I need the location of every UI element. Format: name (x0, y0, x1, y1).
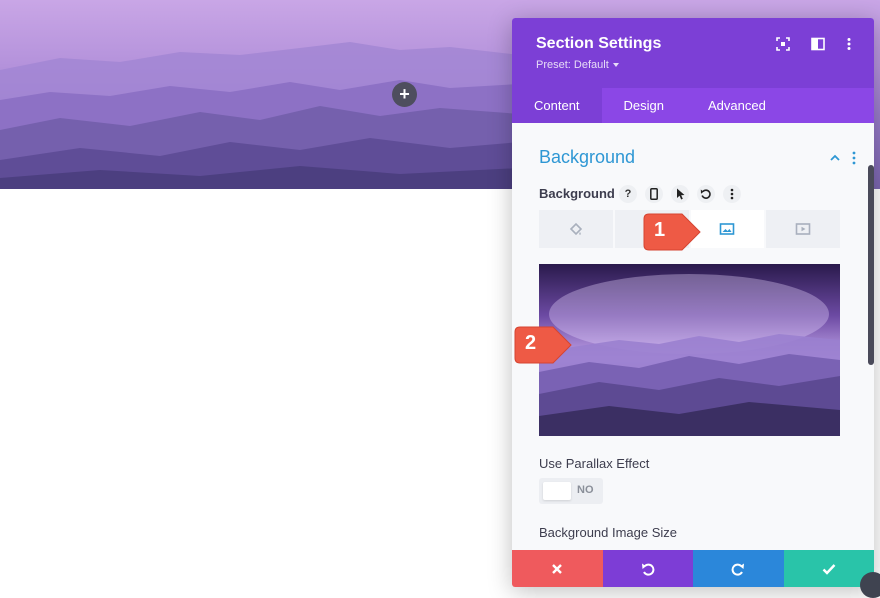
tab-advanced[interactable]: Advanced (686, 88, 788, 123)
resize-handle-icon[interactable] (860, 572, 880, 598)
section-title-background[interactable]: Background (539, 147, 635, 168)
modal-tabs: Content Design Advanced (512, 88, 874, 123)
redo-icon (731, 563, 745, 576)
close-icon (552, 563, 563, 574)
screenshot-icon[interactable] (776, 37, 790, 51)
preset-selector[interactable]: Preset: Default (536, 59, 619, 71)
tab-content[interactable]: Content (512, 88, 602, 123)
callout-arrow-shape (514, 326, 572, 364)
toggle-knob (543, 482, 571, 500)
parallax-toggle[interactable]: NO (539, 478, 603, 504)
help-icon[interactable]: ? (619, 185, 637, 203)
callout-number: 2 (525, 332, 537, 354)
undo-icon (641, 563, 655, 576)
add-row-button[interactable]: + (392, 82, 417, 107)
callout-2: 2 (511, 326, 573, 364)
background-image-preview[interactable] (539, 264, 840, 436)
redo-button[interactable] (693, 550, 784, 587)
mobile-icon[interactable] (645, 185, 663, 203)
modal-header: Section Settings Preset: Default (512, 18, 874, 88)
video-icon (795, 223, 811, 235)
preset-label: Preset: Default (536, 59, 609, 71)
caret-down-icon (612, 63, 619, 68)
tab-design[interactable]: Design (602, 88, 686, 123)
image-size-label: Background Image Size (539, 525, 678, 540)
section-more-icon[interactable] (852, 151, 856, 165)
reset-icon[interactable] (697, 185, 715, 203)
callout-1: 1 (640, 213, 702, 251)
split-view-icon[interactable] (811, 37, 825, 51)
more-options-icon[interactable] (842, 37, 856, 51)
chevron-up-icon[interactable] (830, 153, 840, 163)
background-field-label: Background (539, 186, 615, 201)
scrollbar[interactable] (868, 165, 874, 365)
toggle-value: NO (577, 484, 594, 496)
parallax-label: Use Parallax Effect (539, 456, 650, 471)
undo-button[interactable] (602, 550, 693, 587)
background-video-tab[interactable] (766, 210, 840, 248)
hover-cursor-icon[interactable] (671, 185, 689, 203)
checkmark-icon (822, 563, 836, 575)
callout-number: 1 (654, 219, 666, 241)
more-icon[interactable] (723, 185, 741, 203)
background-color-tab[interactable] (539, 210, 615, 248)
section-settings-modal: Section Settings Preset: Default Content… (512, 18, 874, 587)
modal-footer (512, 550, 874, 587)
color-bucket-icon (569, 222, 583, 236)
image-icon (720, 223, 735, 235)
modal-title: Section Settings (536, 35, 662, 52)
cancel-button[interactable] (512, 550, 603, 587)
callout-arrow-shape (643, 213, 701, 251)
mountain-image (539, 274, 840, 436)
